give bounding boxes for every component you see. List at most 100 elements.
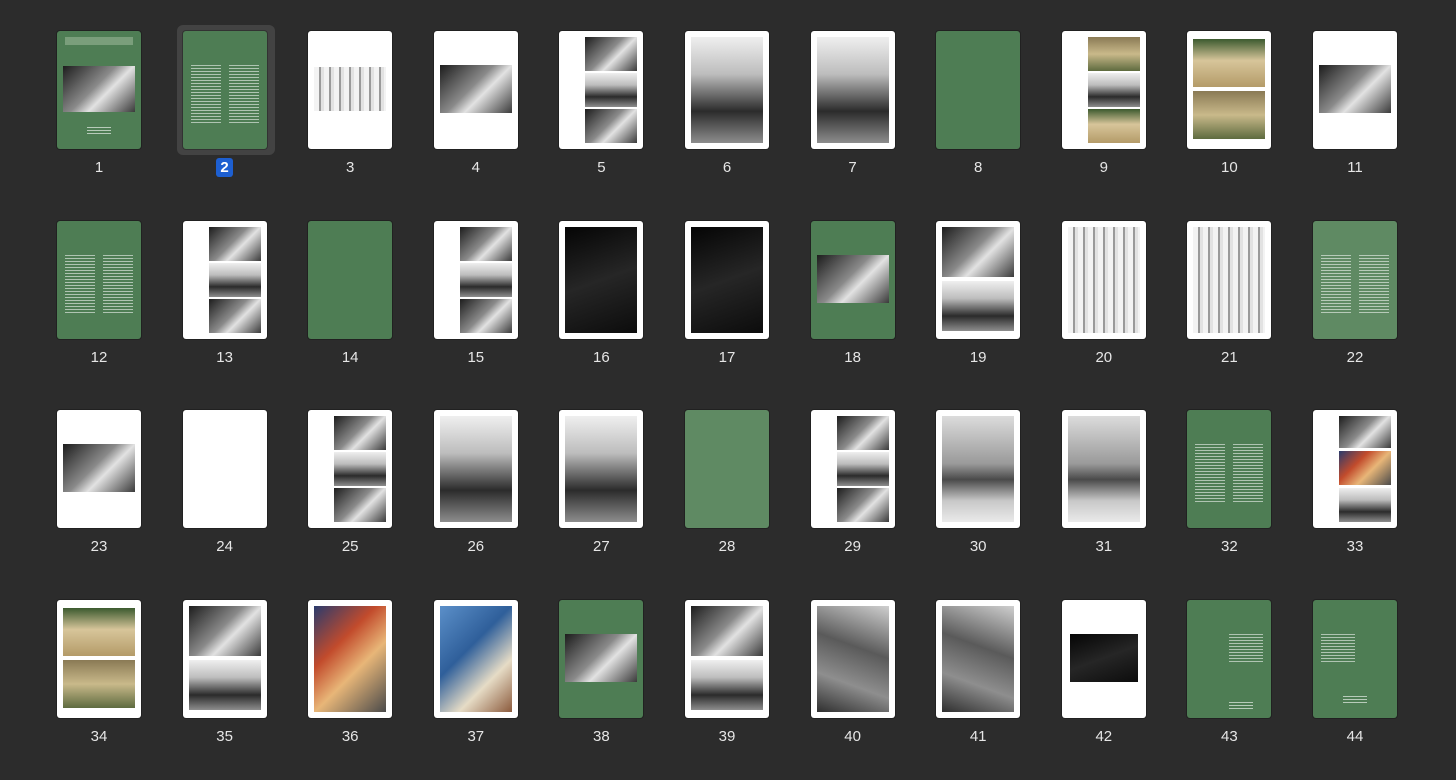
page-thumbnail[interactable]: 25 bbox=[308, 410, 418, 580]
text-block bbox=[1321, 634, 1355, 665]
photo bbox=[1067, 416, 1140, 523]
page-thumbnail[interactable]: 35 bbox=[182, 600, 293, 770]
page-preview bbox=[308, 31, 393, 149]
page-thumbnail[interactable]: 27 bbox=[559, 410, 669, 580]
page-thumbnail[interactable]: 39 bbox=[685, 600, 795, 770]
page-thumbnail[interactable]: 26 bbox=[433, 410, 544, 580]
page-thumbnail[interactable]: 13 bbox=[182, 220, 293, 391]
page-number-label: 2 bbox=[216, 158, 233, 177]
page-preview bbox=[810, 31, 895, 149]
page-thumbnail[interactable]: 41 bbox=[936, 600, 1046, 770]
page-thumbnail[interactable]: 24 bbox=[182, 410, 293, 580]
page-thumbnail[interactable]: 28 bbox=[685, 410, 795, 580]
page-number: 5 bbox=[559, 159, 643, 176]
page-footnote bbox=[1229, 702, 1254, 711]
page-number: 43 bbox=[1187, 728, 1271, 745]
photo bbox=[816, 254, 889, 303]
photo bbox=[439, 65, 512, 113]
page-number: 35 bbox=[183, 728, 267, 745]
page-thumbnail[interactable]: 38 bbox=[559, 600, 669, 770]
page-number: 14 bbox=[308, 349, 392, 366]
photo bbox=[334, 488, 387, 523]
cover-footnote bbox=[87, 127, 111, 135]
page-thumbnail[interactable]: 10 bbox=[1187, 31, 1297, 201]
page-number: 41 bbox=[936, 728, 1020, 745]
page-thumbnail[interactable]: 23 bbox=[57, 410, 167, 580]
page-thumbnail[interactable]: 16 bbox=[559, 220, 669, 391]
text-block bbox=[190, 65, 221, 125]
page-thumbnail[interactable]: 30 bbox=[936, 410, 1046, 580]
photo bbox=[1193, 226, 1266, 333]
page-thumbnail[interactable]: 22 bbox=[1313, 220, 1423, 391]
page-thumbnail[interactable]: 33 bbox=[1313, 410, 1423, 580]
photo bbox=[565, 226, 638, 333]
page-number: 7 bbox=[811, 159, 895, 176]
page-number: 36 bbox=[308, 728, 392, 745]
page-number: 20 bbox=[1062, 349, 1146, 366]
page-thumbnail[interactable]: 21 bbox=[1187, 220, 1297, 391]
page-preview bbox=[433, 410, 518, 529]
text-block bbox=[1195, 444, 1226, 505]
page-preview bbox=[936, 31, 1021, 149]
page-preview bbox=[559, 220, 644, 339]
page-thumbnail[interactable]: 4 bbox=[433, 31, 544, 201]
page-thumbnail[interactable]: 20 bbox=[1061, 220, 1172, 391]
page-preview bbox=[559, 31, 644, 149]
page-number: 25 bbox=[308, 538, 392, 555]
page-number-label: 23 bbox=[90, 538, 108, 556]
text-block bbox=[228, 65, 259, 125]
page-preview bbox=[57, 220, 141, 339]
page-thumbnail[interactable]: 29 bbox=[810, 410, 921, 580]
photo bbox=[1087, 73, 1140, 107]
page-thumbnail[interactable]: 5 bbox=[559, 31, 669, 201]
page-thumbnail[interactable]: 34 bbox=[57, 600, 167, 770]
page-number: 34 bbox=[57, 728, 141, 745]
page-thumbnail[interactable]: 36 bbox=[308, 600, 418, 770]
page-thumbnail[interactable]: 1 bbox=[57, 31, 167, 201]
page-thumbnail[interactable]: 9 bbox=[1061, 31, 1172, 201]
page-number: 12 bbox=[57, 349, 141, 366]
page-thumbnail[interactable]: 6 bbox=[685, 31, 795, 201]
page-preview bbox=[433, 600, 518, 719]
page-thumbnail[interactable]: 32 bbox=[1187, 410, 1297, 580]
page-number-label: 28 bbox=[718, 538, 736, 556]
page-thumbnail[interactable]: 18 bbox=[810, 220, 921, 391]
photo bbox=[334, 416, 387, 451]
page-number-label: 32 bbox=[1221, 538, 1238, 556]
page-preview bbox=[1061, 220, 1146, 339]
page-thumbnail[interactable]: 37 bbox=[433, 600, 544, 770]
page-number: 29 bbox=[811, 538, 895, 555]
page-number-label: 5 bbox=[597, 159, 606, 176]
photo bbox=[1339, 488, 1391, 523]
page-preview bbox=[182, 410, 267, 529]
page-thumbnail[interactable]: 40 bbox=[810, 600, 921, 770]
page-thumbnail[interactable]: 8 bbox=[936, 31, 1046, 201]
photo bbox=[208, 226, 261, 261]
page-preview bbox=[1061, 410, 1146, 529]
page-thumbnail[interactable]: 14 bbox=[308, 220, 418, 391]
page-thumbnail[interactable]: 43 bbox=[1187, 600, 1297, 770]
page-thumbnail[interactable]: 11 bbox=[1313, 31, 1423, 201]
page-number-label: 12 bbox=[90, 348, 108, 366]
page-preview bbox=[685, 31, 769, 149]
page-preview bbox=[810, 220, 895, 339]
page-preview bbox=[936, 410, 1021, 529]
page-thumbnail[interactable]: 44 bbox=[1313, 600, 1423, 770]
page-number-label: 31 bbox=[1095, 538, 1113, 556]
page-thumbnail[interactable]: 7 bbox=[810, 31, 921, 201]
page-thumbnail[interactable]: 12 bbox=[57, 220, 167, 391]
page-number: 9 bbox=[1062, 159, 1146, 176]
page-thumbnail[interactable]: 17 bbox=[685, 220, 795, 391]
photo bbox=[691, 660, 763, 711]
page-thumbnail[interactable]: 31 bbox=[1061, 410, 1172, 580]
page-number-label: 9 bbox=[1099, 159, 1108, 176]
page-thumbnail[interactable]: 15 bbox=[433, 220, 544, 391]
page-thumbnail[interactable]: 19 bbox=[936, 220, 1046, 391]
page-number-label: 11 bbox=[1347, 159, 1363, 176]
page-thumbnail[interactable]: 2 bbox=[176, 25, 293, 201]
page-number: 42 bbox=[1062, 728, 1146, 745]
page-thumbnail[interactable]: 42 bbox=[1061, 600, 1172, 770]
photo bbox=[63, 608, 135, 657]
page-number: 13 bbox=[183, 349, 267, 366]
page-thumbnail[interactable]: 3 bbox=[308, 31, 418, 201]
